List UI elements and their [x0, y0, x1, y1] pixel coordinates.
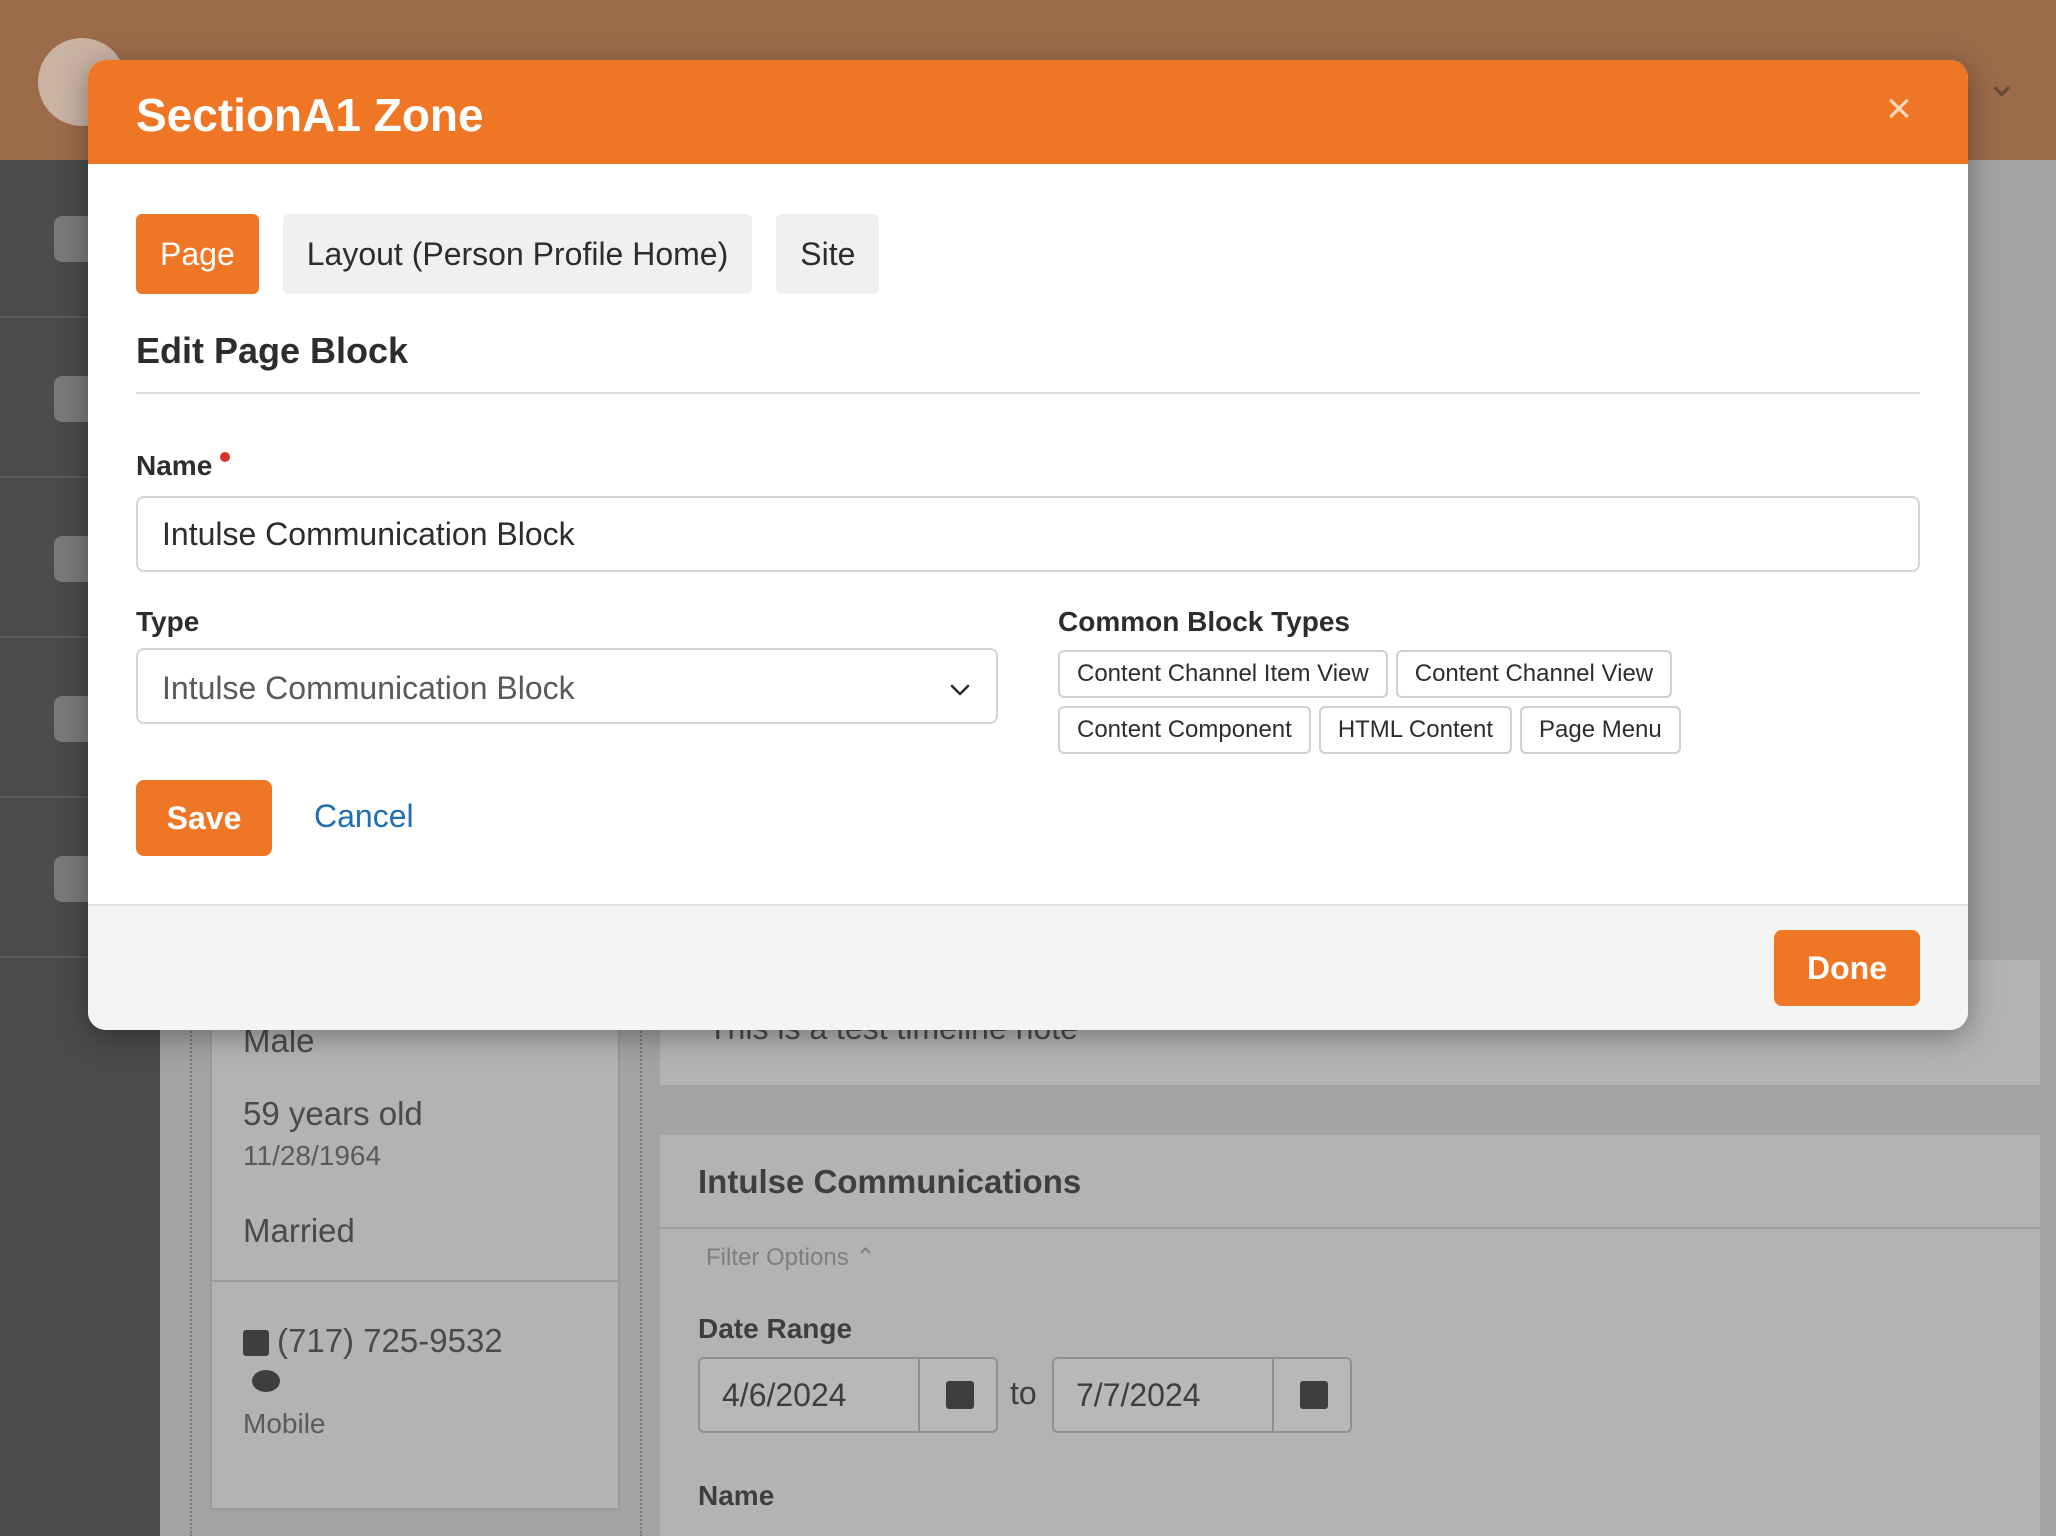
divider	[660, 1227, 2040, 1229]
zone-modal: SectionA1 Zone × Page Layout (Person Pro…	[88, 60, 1968, 1030]
calendar-button	[918, 1359, 996, 1431]
phone-icon	[243, 1330, 269, 1357]
phone-type-text: Mobile	[243, 1408, 326, 1439]
tab-site[interactable]: Site	[776, 214, 880, 294]
required-indicator	[220, 452, 231, 462]
type-field-label: Type	[136, 606, 200, 637]
date-range-label: Date Range	[698, 1313, 853, 1344]
name-filter-label: Name	[698, 1480, 775, 1511]
zone-outline	[640, 1000, 642, 1536]
zone-scope-tabs: Page Layout (Person Profile Home) Site	[136, 214, 880, 294]
common-type-content-channel-item-view[interactable]: Content Channel Item View	[1058, 650, 1388, 698]
phone-number: (717) 725-9532	[277, 1322, 503, 1359]
common-type-content-component[interactable]: Content Component	[1058, 706, 1311, 754]
age-text: 59 years old	[243, 1095, 423, 1132]
date-to-value: 7/7/2024	[1076, 1377, 1201, 1413]
common-type-page-menu[interactable]: Page Menu	[1519, 706, 1681, 754]
common-block-types-label: Common Block Types	[1058, 606, 1350, 637]
birthdate-text: 11/28/1964	[243, 1140, 382, 1171]
close-icon[interactable]: ×	[1876, 86, 1922, 132]
calendar-button	[1272, 1359, 1350, 1431]
name-input[interactable]	[136, 496, 1920, 572]
chevron-down-icon: ⌄	[1985, 61, 2019, 105]
save-button[interactable]: Save	[136, 780, 272, 856]
done-button[interactable]: Done	[1774, 930, 1920, 1006]
divider	[136, 392, 1920, 394]
section-title: Edit Page Block	[136, 330, 409, 371]
intulse-communications-card: Intulse Communications Filter Options ⌃ …	[660, 1135, 2040, 1536]
zone-outline	[190, 1000, 192, 1536]
sms-icon	[252, 1370, 280, 1392]
calendar-icon	[946, 1381, 974, 1409]
modal-footer: Done	[88, 904, 1968, 1030]
common-type-html-content[interactable]: HTML Content	[1318, 706, 1512, 754]
common-type-content-channel-view[interactable]: Content Channel View	[1395, 650, 1673, 698]
modal-title: SectionA1 Zone	[136, 89, 484, 141]
date-to-word: to	[1010, 1375, 1037, 1411]
cancel-link[interactable]: Cancel	[314, 798, 414, 835]
divider	[210, 1280, 620, 1282]
date-from-input: 4/6/2024	[698, 1357, 998, 1433]
type-selected-value: Intulse Communication Block	[162, 670, 575, 706]
calendar-icon	[1300, 1381, 1328, 1409]
tab-layout[interactable]: Layout (Person Profile Home)	[282, 214, 753, 294]
name-field-label: Name	[136, 450, 231, 482]
comms-title: Intulse Communications	[698, 1163, 1082, 1200]
common-block-types-list: Content Channel Item View Content Channe…	[1058, 650, 1758, 762]
marital-status-text: Married	[243, 1212, 355, 1249]
chevron-up-icon: ⌃	[855, 1244, 876, 1271]
modal-header: SectionA1 Zone ×	[88, 60, 1968, 164]
phone-row: (717) 725-9532	[243, 1322, 503, 1360]
date-from-value: 4/6/2024	[722, 1377, 847, 1413]
date-to-input: 7/7/2024	[1052, 1357, 1352, 1433]
filter-options-toggle: Filter Options ⌃	[706, 1244, 876, 1271]
tab-page[interactable]: Page	[136, 214, 259, 294]
chevron-down-icon	[950, 684, 970, 696]
type-select[interactable]: Intulse Communication Block	[136, 648, 998, 724]
